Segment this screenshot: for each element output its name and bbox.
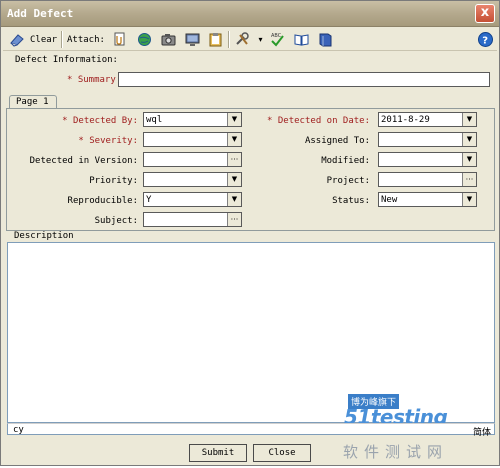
attach-snapshot-icon[interactable] <box>160 31 177 48</box>
close-button[interactable]: Close <box>253 444 311 462</box>
input-method-indicator: 简体 <box>472 428 491 438</box>
page-1-panel: * Detected By: wql ▼ * Severity: ▼ Detec… <box>6 108 495 231</box>
eraser-icon[interactable] <box>9 31 26 48</box>
help-icon[interactable]: ? <box>477 31 494 48</box>
status-label: Status: <box>332 196 370 206</box>
description-label: Description <box>14 231 74 241</box>
project-field[interactable]: ··· <box>378 172 477 187</box>
description-textarea[interactable]: 博为峰旗下 51testing <box>7 242 495 429</box>
modified-label: Modified: <box>321 156 370 166</box>
assigned-to-label: Assigned To: <box>304 136 370 146</box>
spelling-options-icon[interactable] <box>317 31 334 48</box>
svg-text:?: ? <box>482 36 488 47</box>
status-combo[interactable]: New ▼ <box>378 192 477 207</box>
add-defect-dialog: Add Defect x Clear Attach: ▾ ABC ? Defec… <box>0 0 500 466</box>
detected-by-label: * Detected By: <box>62 116 138 126</box>
chevron-down-icon[interactable]: ▼ <box>227 173 241 186</box>
detected-in-version-label: Detected in Version: <box>29 156 138 166</box>
clear-button[interactable]: Clear <box>30 35 57 45</box>
attach-sysinfo-icon[interactable] <box>184 31 201 48</box>
detected-by-value: wql <box>146 115 163 125</box>
watermark-subtitle: 软件测试网 <box>343 443 449 461</box>
toolbar-separator <box>228 31 230 48</box>
thesaurus-icon[interactable] <box>293 31 310 48</box>
description-header: Description <box>6 231 495 242</box>
chevron-down-icon[interactable]: ▼ <box>462 193 476 206</box>
close-window-button[interactable]: x <box>475 4 495 23</box>
detected-on-date-label: * Detected on Date: <box>267 116 370 126</box>
toolbar-separator <box>61 31 63 48</box>
ellipsis-icon[interactable]: ··· <box>462 173 476 186</box>
status-value: New <box>381 195 398 205</box>
severity-combo[interactable]: ▼ <box>143 132 242 147</box>
submit-button[interactable]: Submit <box>189 444 247 462</box>
priority-label: Priority: <box>89 176 138 186</box>
subject-label: Subject: <box>94 216 138 226</box>
project-label: Project: <box>326 176 370 186</box>
reproducible-combo[interactable]: Y ▼ <box>143 192 242 207</box>
severity-label: * Severity: <box>78 136 138 146</box>
chevron-down-icon[interactable]: ▼ <box>462 153 476 166</box>
attach-clipboard-icon[interactable] <box>207 31 224 48</box>
window-title: Add Defect <box>7 7 74 20</box>
reproducible-label: Reproducible: <box>67 196 138 206</box>
title-bar[interactable]: Add Defect x <box>1 1 499 27</box>
reproducible-value: Y <box>146 195 152 205</box>
defect-information-label: Defect Information: <box>15 55 118 65</box>
chevron-down-icon[interactable]: ▼ <box>227 133 241 146</box>
detected-in-version-field[interactable]: ··· <box>143 152 242 167</box>
chevron-down-icon[interactable]: ▼ <box>227 113 241 126</box>
tools-icon[interactable] <box>234 31 251 48</box>
subject-field[interactable]: ··· <box>143 212 242 227</box>
toolbar: Clear Attach: ▾ ABC ? <box>3 28 497 51</box>
attach-file-icon[interactable] <box>111 31 128 48</box>
detected-by-combo[interactable]: wql ▼ <box>143 112 242 127</box>
description-footer-text: cy <box>13 425 24 435</box>
modified-combo[interactable]: ▼ <box>378 152 477 167</box>
summary-label: * Summary <box>67 75 116 85</box>
ellipsis-icon[interactable]: ··· <box>227 153 241 166</box>
description-status-bar: cy 简体 <box>7 423 495 438</box>
chevron-down-icon[interactable]: ▼ <box>227 193 241 206</box>
summary-input[interactable] <box>118 72 490 87</box>
detected-on-date-combo[interactable]: 2011-8-29 ▼ <box>378 112 477 127</box>
tab-page-1[interactable]: Page 1 <box>9 95 57 109</box>
chevron-down-icon[interactable]: ▼ <box>462 113 476 126</box>
ellipsis-icon[interactable]: ··· <box>227 213 241 226</box>
attach-label: Attach: <box>67 35 105 45</box>
detected-on-date-value: 2011-8-29 <box>381 115 430 125</box>
priority-combo[interactable]: ▼ <box>143 172 242 187</box>
attach-url-icon[interactable] <box>136 31 153 48</box>
chevron-down-icon[interactable]: ▼ <box>462 133 476 146</box>
spell-check-icon[interactable]: ABC <box>269 31 286 48</box>
tools-dropdown-icon[interactable]: ▾ <box>252 31 269 48</box>
assigned-to-combo[interactable]: ▼ <box>378 132 477 147</box>
